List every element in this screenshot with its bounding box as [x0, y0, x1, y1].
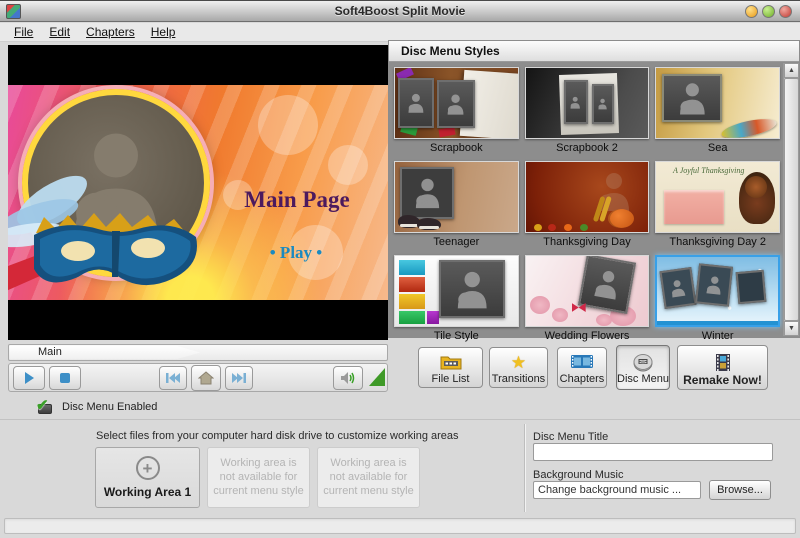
- playback-toolbar: [8, 363, 388, 392]
- style-thumbnail[interactable]: [655, 67, 780, 139]
- style-label: Scrapbook: [391, 142, 522, 154]
- style-thumbnail[interactable]: [525, 255, 650, 327]
- style-label: Thanksgiving Day: [522, 236, 653, 248]
- play-button[interactable]: [13, 366, 45, 390]
- menu-chapters[interactable]: Chapters: [78, 23, 143, 41]
- disc-menu-enabled-label: Disc Menu Enabled: [62, 401, 157, 413]
- video-preview: Main Page • Play •: [8, 45, 388, 340]
- disc-menu-button[interactable]: Disc Menu: [616, 345, 670, 390]
- home-icon: [198, 371, 214, 385]
- style-label: Winter: [652, 330, 783, 342]
- style-thumbnail[interactable]: [394, 161, 519, 233]
- working-area-3-disabled: Working area is not available for curren…: [317, 447, 420, 508]
- remake-now-button[interactable]: Remake Now!: [677, 345, 768, 390]
- working-area-1-label: Working Area 1: [96, 485, 199, 499]
- transitions-star-icon: ★: [490, 353, 547, 372]
- stop-icon: [58, 371, 72, 385]
- browse-button[interactable]: Browse...: [709, 480, 771, 500]
- style-thumbnail[interactable]: [525, 161, 650, 233]
- style-label: Teenager: [391, 236, 522, 248]
- style-item-scrapbook-2[interactable]: Scrapbook 2: [522, 64, 653, 158]
- bokeh-circle: [328, 145, 368, 185]
- style-thumbnail-selected[interactable]: [655, 255, 780, 327]
- play-icon: [22, 371, 36, 385]
- maximize-button[interactable]: [762, 5, 775, 18]
- transitions-label: Transitions: [492, 373, 545, 385]
- skip-back-icon: [165, 372, 181, 384]
- menu-edit[interactable]: Edit: [41, 23, 78, 41]
- chapters-label: Chapters: [560, 373, 605, 385]
- speaker-icon: [340, 371, 356, 385]
- home-menu-button[interactable]: [191, 365, 221, 391]
- checkmark-icon: ✔: [36, 400, 54, 415]
- working-area-2-disabled: Working area is not available for curren…: [207, 447, 310, 508]
- chapters-button[interactable]: Chapters: [557, 347, 607, 388]
- minimize-button[interactable]: [745, 5, 758, 18]
- next-chapter-button[interactable]: [225, 366, 253, 390]
- window-title: Soft4Boost Split Movie: [0, 4, 800, 18]
- working-areas-instruction: Select files from your computer hard dis…: [96, 430, 516, 442]
- preview-menu-title: Main Page: [232, 187, 362, 213]
- file-list-icon: [419, 353, 482, 372]
- disc-menu-title-label: Disc Menu Title: [533, 431, 608, 443]
- status-bar: [4, 518, 796, 534]
- remake-now-icon: [678, 353, 767, 372]
- style-label: Scrapbook 2: [522, 142, 653, 154]
- style-thumbnail[interactable]: [525, 67, 650, 139]
- thumbnail-overlay-text: A Joyful Thanksgiving: [656, 166, 761, 175]
- style-thumbnail[interactable]: A Joyful Thanksgiving: [655, 161, 780, 233]
- scroll-down-arrow[interactable]: ▼: [784, 321, 799, 336]
- plus-circle-icon: +: [136, 456, 160, 480]
- scrollbar-thumb[interactable]: [784, 78, 799, 321]
- title-bar: Soft4Boost Split Movie: [0, 0, 800, 22]
- disc-menu-title-input[interactable]: [533, 443, 773, 461]
- working-area-1-button[interactable]: + Working Area 1: [95, 447, 200, 508]
- disc-menu-preview-art: Main Page • Play •: [8, 85, 388, 300]
- preview-tab-bar: Main: [8, 344, 388, 361]
- volume-slider[interactable]: [369, 368, 385, 386]
- menu-help[interactable]: Help: [143, 23, 184, 41]
- carnival-mask-graphic: [8, 173, 240, 300]
- style-label: Thanksgiving Day 2: [652, 236, 783, 248]
- style-item-thanksgiving-day-2[interactable]: A Joyful Thanksgiving Thanksgiving Day 2: [652, 158, 783, 252]
- mute-button[interactable]: [333, 366, 363, 390]
- disc-menu-enabled-indicator[interactable]: ✔ Disc Menu Enabled: [36, 398, 157, 416]
- styles-scrollbar[interactable]: ▲ ▼: [783, 63, 798, 336]
- styles-panel-header: Disc Menu Styles: [389, 41, 799, 62]
- disc-menu-styles-panel: Disc Menu Styles Scrapbook: [388, 40, 800, 338]
- style-thumbnail[interactable]: [394, 255, 519, 327]
- bokeh-circle: [258, 95, 318, 155]
- style-label: Tile Style: [391, 330, 522, 342]
- background-music-input[interactable]: [533, 481, 701, 499]
- previous-chapter-button[interactable]: [159, 366, 187, 390]
- disc-menu-icon: [617, 353, 669, 372]
- file-list-button[interactable]: File List: [418, 347, 483, 388]
- style-label: Sea: [652, 142, 783, 154]
- scroll-up-arrow[interactable]: ▲: [784, 63, 799, 78]
- skip-forward-icon: [231, 372, 247, 384]
- close-button[interactable]: [779, 5, 792, 18]
- style-item-thanksgiving-day[interactable]: Thanksgiving Day: [522, 158, 653, 252]
- remake-now-label: Remake Now!: [683, 373, 762, 387]
- vertical-divider: [524, 424, 526, 512]
- style-item-teenager[interactable]: Teenager: [391, 158, 522, 252]
- file-list-label: File List: [432, 373, 470, 385]
- transitions-button[interactable]: ★ Transitions: [489, 347, 548, 388]
- style-thumbnail[interactable]: [394, 67, 519, 139]
- style-label: Wedding Flowers: [522, 330, 653, 342]
- style-item-tile-style[interactable]: Tile Style: [391, 252, 522, 336]
- tab-main[interactable]: Main: [10, 346, 200, 359]
- chapters-film-icon: [558, 353, 606, 372]
- preview-play-label: • Play •: [246, 243, 346, 263]
- style-item-wedding-flowers[interactable]: Wedding Flowers: [522, 252, 653, 336]
- style-item-sea[interactable]: Sea: [652, 64, 783, 158]
- style-item-scrapbook[interactable]: Scrapbook: [391, 64, 522, 158]
- menu-file[interactable]: File: [6, 23, 41, 41]
- style-item-winter[interactable]: Winter: [652, 252, 783, 336]
- section-divider: [0, 419, 800, 420]
- disc-menu-label: Disc Menu: [617, 373, 669, 385]
- stop-button[interactable]: [49, 366, 81, 390]
- background-music-label: Background Music: [533, 469, 624, 481]
- styles-thumbnail-grid: Scrapbook Scrapbook 2 Sea: [391, 64, 783, 336]
